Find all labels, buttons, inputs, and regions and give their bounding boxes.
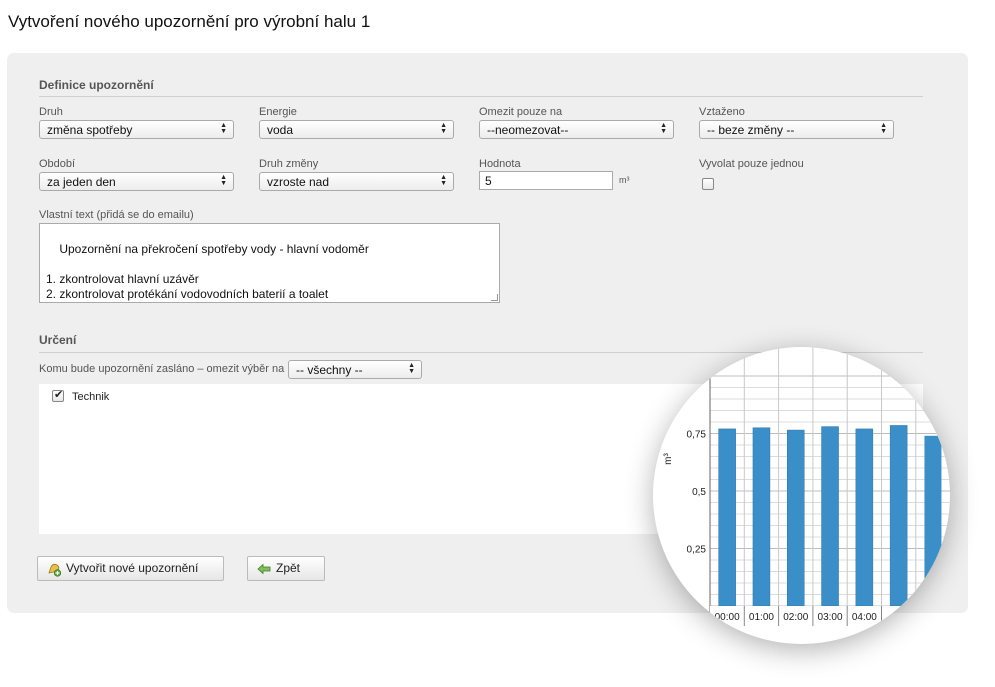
resize-grip-icon[interactable] (491, 294, 498, 301)
druh-zmeny-select[interactable]: vzroste nad ▲ ▼ (259, 172, 454, 191)
definition-divider (39, 96, 923, 97)
bar-2 (787, 429, 805, 607)
x-tick-label: 03:00 (818, 612, 843, 623)
omezit-label: Omezit pouze na (479, 106, 563, 118)
bar-1 (752, 427, 771, 607)
custom-text-value: Upozornění na překročení spotřeby vody -… (46, 242, 369, 301)
druh-select-value: změna spotřeby (47, 123, 133, 137)
y-tick-label: 0,5 (692, 487, 706, 498)
bar-5 (889, 425, 908, 607)
custom-text-textarea[interactable]: Upozornění na překročení spotřeby vody -… (39, 223, 500, 303)
select-arrows-icon: ▲ ▼ (660, 122, 667, 135)
y-tick-label: 0,75 (687, 430, 707, 441)
chart-magnifier: 00:00 01:00 02:00 03:00 04:00 0,25 0,5 0,75 m³ (653, 347, 950, 644)
omezit-select[interactable]: --neomezovat-- ▲ ▼ (479, 120, 674, 139)
obdobi-label: Období (39, 158, 76, 170)
create-alert-button[interactable]: Vytvořit nové upozornění (37, 556, 224, 581)
recipients-filter-label: Komu bude upozornění zasláno – omezit vý… (39, 363, 285, 375)
arrow-left-icon (257, 563, 271, 575)
druh-select[interactable]: změna spotřeby ▲ ▼ (39, 120, 234, 139)
vztazeno-label: Vztaženo (699, 106, 745, 118)
select-arrows-icon: ▲ ▼ (880, 122, 887, 135)
back-button-label: Zpět (276, 561, 301, 575)
vztazeno-select-value: -- beze změny -- (707, 123, 795, 137)
x-tick-label: 02:00 (783, 612, 808, 623)
bar-3 (821, 426, 839, 607)
x-tick-label: 01:00 (749, 612, 774, 623)
select-arrows-icon: ▲ ▼ (220, 174, 227, 187)
y-axis-label: m³ (663, 453, 674, 465)
consumption-bar-chart: 00:00 01:00 02:00 03:00 04:00 0,25 0,5 0,75 m³ (663, 347, 950, 628)
x-tick-label: 04:00 (852, 612, 877, 623)
obdobi-select-value: za jeden den (47, 175, 116, 189)
vyvolat-label: Vyvolat pouze jednou (699, 158, 804, 170)
obdobi-select[interactable]: za jeden den ▲ ▼ (39, 172, 234, 191)
recipients-filter-select[interactable]: -- všechny -- ▲ ▼ (288, 360, 422, 379)
create-alert-button-label: Vytvořit nové upozornění (66, 561, 199, 575)
hodnota-unit: m³ (619, 175, 630, 185)
bar-4 (855, 428, 874, 607)
select-arrows-icon: ▲ ▼ (440, 174, 447, 187)
page-title: Vytvoření nového upozornění pro výrobní … (8, 12, 371, 31)
bar-partial (924, 435, 942, 606)
definition-section-title: Definice upozornění (39, 78, 154, 92)
technik-checkbox[interactable] (52, 388, 64, 402)
y-tick-label: 0,25 (687, 545, 707, 556)
energie-select-value: voda (267, 123, 294, 137)
bar-0 (718, 428, 736, 607)
select-arrows-icon: ▲ ▼ (408, 362, 415, 375)
druh-zmeny-label: Druh změny (259, 158, 319, 170)
energie-label: Energie (259, 106, 297, 118)
technik-label: Technik (72, 391, 110, 403)
druh-label: Druh (39, 106, 63, 118)
bell-add-icon (48, 563, 62, 577)
druh-zmeny-select-value: vzroste nad (267, 175, 330, 189)
x-tick-label: 00:00 (715, 612, 740, 623)
recipients-section-title: Určení (39, 333, 77, 347)
recipients-filter-value: -- všechny -- (296, 363, 363, 377)
vyvolat-checkbox[interactable] (702, 178, 714, 190)
select-arrows-icon: ▲ ▼ (220, 122, 227, 135)
hodnota-label: Hodnota (479, 158, 521, 170)
vztazeno-select[interactable]: -- beze změny -- ▲ ▼ (699, 120, 894, 139)
custom-text-label: Vlastní text (přidá se do emailu) (39, 209, 194, 221)
omezit-select-value: --neomezovat-- (487, 123, 569, 137)
energie-select[interactable]: voda ▲ ▼ (259, 120, 454, 139)
hodnota-input[interactable]: 5 (479, 171, 613, 190)
back-button[interactable]: Zpět (247, 556, 325, 581)
select-arrows-icon: ▲ ▼ (440, 122, 447, 135)
